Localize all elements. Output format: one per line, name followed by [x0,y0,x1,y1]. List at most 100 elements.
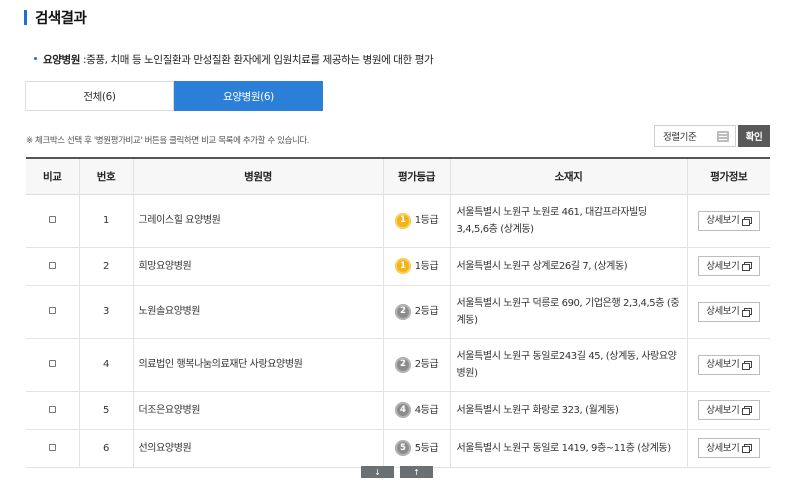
scroll-down-button[interactable]: ↓ [361,466,394,478]
detail-cell: 상세보기 [686,391,770,430]
detail-label: 상세보기 [706,260,740,272]
header-eval-info: 평가정보 [686,157,770,195]
detail-button[interactable]: 상세보기 [697,301,760,322]
compare-notice: ※ 체크박스 선택 후 '병원평가비교' 버튼을 클릭하면 비교 목록에 추가할… [26,136,310,146]
hospital-name: 의료법인 행복나눔의료재단 사랑요양병원 [132,338,383,392]
detail-cell: 상세보기 [686,338,770,392]
checkbox-icon[interactable] [48,307,56,314]
scroll-up-button[interactable]: ↑ [400,466,433,478]
grade-medal-icon: 1 [394,258,411,274]
grade-cell: 2 2등급 [382,285,450,339]
address: 서울특별시 노원구 노원로 461, 대감프라자빌딩 3,4,5,6층 (상계동… [449,194,687,248]
table-row: 4 의료법인 행복나눔의료재단 사랑요양병원 2 2등급 서울특별시 노원구 동일… [26,338,770,392]
table-row: 1 그레이스힐 요양병원 1 1등급 서울특별시 노원구 노원로 461, 대감프… [26,194,770,248]
grade-label: 5등급 [414,442,439,454]
header-compare: 비교 [26,157,79,195]
grade-cell: 4 4등급 [382,391,450,430]
list-icon [717,131,729,142]
section-heading: 검색결과 [24,6,87,28]
address: 서울특별시 노원구 동일로243길 45, (상계동, 사랑요양병원) [449,338,687,392]
address: 서울특별시 노원구 동일로 1419, 9층~11층 (상계동) [449,429,687,468]
compare-cell [26,285,79,339]
detail-button[interactable]: 상세보기 [697,256,760,276]
detail-label: 상세보기 [706,442,740,454]
scroll-controls: ↓ ↑ [361,466,433,478]
hospital-name: 희망요양병원 [132,247,383,286]
header-address: 소재지 [449,157,687,195]
header-grade: 평가등급 [382,157,450,195]
checkbox-icon[interactable] [48,360,56,367]
grade-medal-icon: 5 [394,440,411,456]
grade-cell: 1 1등급 [382,247,450,286]
detail-label: 상세보기 [706,215,740,226]
grade-label: 2등급 [414,306,439,317]
grade-label: 4등급 [414,404,439,416]
address: 서울특별시 노원구 상계로26길 7, (상계동) [449,247,687,286]
table-header-row: 비교 번호 병원명 평가등급 소재지 평가정보 [26,157,770,195]
new-window-icon [742,360,753,370]
header-hospital-name: 병원명 [132,157,383,195]
bullet-icon [34,56,37,60]
table-row: 2 희망요양병원 1 1등급 서울특별시 노원구 상계로26길 7, (상계동) … [26,247,770,286]
new-window-icon [742,444,753,453]
row-number: 6 [78,429,133,468]
grade-medal-icon: 2 [394,303,411,320]
detail-label: 상세보기 [706,306,740,317]
table-row: 6 선의요양병원 5 5등급 서울특별시 노원구 동일로 1419, 9층~11층… [26,429,770,468]
hospital-name: 그레이스힐 요양병원 [132,194,383,248]
grade-medal-icon: 4 [394,402,411,418]
header-number: 번호 [78,157,133,195]
detail-label: 상세보기 [706,404,740,416]
description-text: :중풍, 치매 등 노인질환과 만성질환 환자에게 입원치료를 제공하는 병원에… [80,54,434,66]
compare-cell [26,429,79,468]
detail-button[interactable]: 상세보기 [697,438,760,458]
compare-cell [26,194,79,248]
row-number: 5 [78,391,133,430]
page-title: 검색결과 [35,10,87,27]
address: 서울특별시 노원구 화랑로 323, (월계동) [449,391,687,430]
category-description: 요양병원 :중풍, 치매 등 노인질환과 만성질환 환자에게 입원치료를 제공하… [34,52,434,67]
detail-label: 상세보기 [706,359,740,370]
address: 서울특별시 노원구 덕릉로 690, 기업은행 2,3,4,5층 (중계동) [449,285,687,339]
detail-button[interactable]: 상세보기 [697,400,760,420]
new-window-icon [742,307,753,317]
row-number: 4 [78,338,133,392]
grade-cell: 5 5등급 [382,429,450,468]
detail-button[interactable]: 상세보기 [697,354,760,375]
compare-cell [26,338,79,392]
row-number: 2 [78,247,133,286]
detail-button[interactable]: 상세보기 [697,210,760,231]
detail-cell: 상세보기 [686,247,770,286]
compare-cell [26,247,79,286]
checkbox-icon[interactable] [48,443,56,451]
hospital-name: 노원솔요양병원 [132,285,383,339]
sort-select[interactable]: 정렬기준 [654,125,736,147]
grade-label: 2등급 [414,359,439,370]
checkbox-icon[interactable] [48,405,56,413]
table-row: 3 노원솔요양병원 2 2등급 서울특별시 노원구 덕릉로 690, 기업은행 2… [26,285,770,339]
sort-label: 정렬기준 [663,132,697,143]
confirm-button[interactable]: 확인 [738,125,770,147]
new-window-icon [742,406,753,415]
table-row: 5 더조은요양병원 4 4등급 서울특별시 노원구 화랑로 323, (월계동) … [26,391,770,430]
detail-cell: 상세보기 [686,194,770,248]
row-number: 1 [78,194,133,248]
row-number: 3 [78,285,133,339]
results-table: 비교 번호 병원명 평가등급 소재지 평가정보 1 그레이스힐 요양병원 1 1등… [26,157,770,468]
hospital-name: 선의요양병원 [132,429,383,468]
checkbox-icon[interactable] [48,261,56,269]
tab-nursing-hospital[interactable]: 요양병원(6) [174,81,323,111]
new-window-icon [742,216,753,226]
checkbox-icon[interactable] [48,216,56,223]
result-tabs: 전체(6) 요양병원(6) [25,81,323,111]
grade-cell: 2 2등급 [382,338,450,392]
description-term: 요양병원 [43,54,81,66]
hospital-name: 더조은요양병원 [132,391,383,430]
tab-all[interactable]: 전체(6) [25,81,174,111]
grade-medal-icon: 1 [394,212,411,229]
detail-cell: 상세보기 [686,429,770,468]
grade-label: 1등급 [414,260,439,272]
compare-cell [26,391,79,430]
grade-cell: 1 1등급 [382,194,450,248]
grade-label: 1등급 [414,215,439,226]
